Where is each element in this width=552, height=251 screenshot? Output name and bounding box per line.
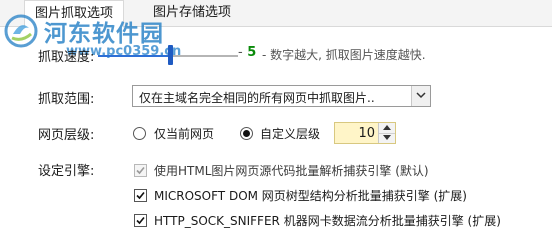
tab-bar: 图片抓取选项 图片存储选项: [0, 0, 552, 28]
engine-dom-label: MICROSOFT DOM 网页树型结构分析批量捕获引擎 (扩展): [154, 189, 467, 203]
scope-dropdown-button[interactable]: [411, 86, 430, 106]
speed-value: - 5: [238, 45, 256, 60]
speed-slider-fill: [98, 55, 168, 57]
depth-custom-level-label: 自定义层级: [260, 127, 321, 141]
checkmark-icon: [136, 166, 145, 175]
speed-value-number: 5: [247, 45, 257, 60]
depth-level-spin-buttons: [378, 123, 395, 143]
speed-slider-thumb[interactable]: [168, 45, 173, 65]
speed-value-prefix: -: [238, 45, 243, 60]
depth-label: 网页层级:: [38, 128, 95, 143]
tab-image-storage-options[interactable]: 图片存储选项: [143, 0, 241, 26]
engine-html-label: 使用HTML图片网页源代码批量解析捕获引擎 (默认): [154, 164, 429, 178]
engine-html-checkbox[interactable]: [134, 164, 147, 177]
arrow-down-icon: [383, 135, 391, 140]
spin-down-button[interactable]: [379, 133, 395, 143]
scope-select[interactable]: 仅在主域名完全相同的所有网页中抓取图片..: [132, 85, 431, 107]
engine-sniffer-label: HTTP_SOCK_SNIFFER 机器网卡数据流分析批量捕获引擎 (扩展): [154, 214, 501, 228]
engine-dom-checkbox[interactable]: [134, 189, 147, 202]
scope-label: 抓取范围:: [38, 92, 95, 107]
depth-custom-level-radio[interactable]: [240, 127, 253, 140]
arrow-up-icon: [383, 125, 391, 130]
engine-label: 设定引擎:: [38, 164, 95, 179]
depth-level-spinner[interactable]: 10: [334, 122, 396, 144]
engine-sniffer-checkbox[interactable]: [134, 214, 147, 227]
checkmark-icon: [136, 191, 145, 200]
speed-hint: - 数字越大, 抓取图片速度越快.: [262, 48, 426, 62]
speed-label: 抓取速度:: [38, 50, 95, 65]
checkmark-icon: [136, 216, 145, 225]
scope-selected-text: 仅在主域名完全相同的所有网页中抓取图片..: [139, 91, 375, 105]
chevron-down-icon: [416, 92, 426, 99]
depth-level-value: 10: [358, 126, 375, 141]
tab-image-capture-options[interactable]: 图片抓取选项: [24, 0, 125, 28]
depth-current-page-radio[interactable]: [133, 127, 146, 140]
depth-current-page-label: 仅当前网页: [154, 127, 215, 141]
